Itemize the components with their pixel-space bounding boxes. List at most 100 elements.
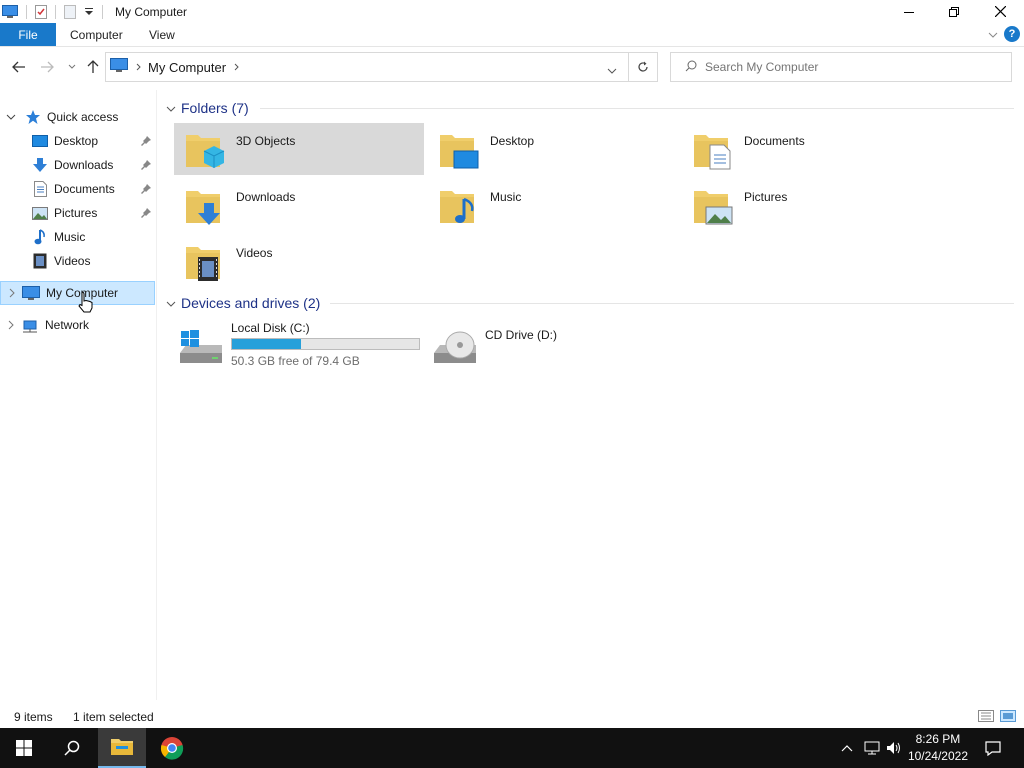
clock-time: 8:26 PM xyxy=(915,732,961,746)
system-clock[interactable]: 8:26 PM 10/24/2022 xyxy=(908,731,968,765)
hard-drive-windows-icon xyxy=(178,327,224,367)
sidebar-item-pictures[interactable]: Pictures xyxy=(0,201,155,225)
large-icons-view-icon[interactable] xyxy=(1000,710,1016,725)
volume-icon[interactable] xyxy=(884,728,904,768)
tab-view[interactable]: View xyxy=(149,23,175,46)
window-title: My Computer xyxy=(115,4,188,19)
tab-computer[interactable]: Computer xyxy=(70,23,123,46)
minimize-button[interactable] xyxy=(886,0,932,23)
folder-label: 3D Objects xyxy=(236,134,296,148)
address-history-chevron-icon[interactable] xyxy=(607,64,617,78)
breadcrumb-chevron-icon[interactable] xyxy=(136,60,142,74)
sidebar-item-desktop[interactable]: Desktop xyxy=(0,129,155,153)
desktop-icon xyxy=(32,133,48,149)
chevron-down-icon[interactable] xyxy=(166,295,176,311)
sidebar-item-network[interactable]: Network xyxy=(0,313,155,337)
folder-documents[interactable]: Documents xyxy=(682,123,932,175)
sidebar-item-label: Videos xyxy=(54,254,91,268)
download-arrow-icon xyxy=(32,157,48,173)
folder-3d-objects[interactable]: 3D Objects xyxy=(174,123,424,175)
refresh-button[interactable] xyxy=(628,52,658,82)
sidebar-item-label: Pictures xyxy=(54,206,98,220)
chevron-down-icon[interactable] xyxy=(166,100,176,116)
customize-qat-dropdown-icon[interactable] xyxy=(82,0,96,23)
sidebar-item-quick-access[interactable]: Quick access xyxy=(0,105,155,129)
pin-icon[interactable] xyxy=(141,183,151,197)
pin-icon[interactable] xyxy=(141,159,151,173)
search-input[interactable] xyxy=(705,60,1005,74)
drive-local-disk-c[interactable]: Local Disk (C:) 50.3 GB free of 79.4 GB xyxy=(174,321,424,373)
music-note-icon xyxy=(32,229,48,245)
new-folder-icon[interactable] xyxy=(62,0,78,23)
clock-date: 10/24/2022 xyxy=(907,749,968,763)
desktop-folder-icon xyxy=(436,127,484,175)
folder-videos[interactable]: Videos xyxy=(174,235,424,287)
sidebar-item-label: Downloads xyxy=(54,158,114,172)
breadcrumb-chevron-icon[interactable] xyxy=(234,60,240,74)
chevron-right-icon[interactable] xyxy=(6,287,18,299)
tab-file[interactable]: File xyxy=(0,23,56,46)
folder-pictures[interactable]: Pictures xyxy=(682,179,932,231)
group-header-label: Folders (7) xyxy=(181,100,249,116)
sidebar-item-label: Quick access xyxy=(47,110,119,124)
folder-music[interactable]: Music xyxy=(428,179,678,231)
taskbar: 8:26 PM 10/24/2022 xyxy=(0,728,1024,768)
back-arrow-icon[interactable] xyxy=(10,58,28,76)
sidebar-item-label: Desktop xyxy=(54,134,99,148)
breadcrumb-my-computer[interactable]: My Computer xyxy=(148,60,226,75)
pictures-folder-icon xyxy=(690,183,738,231)
network-status-icon[interactable] xyxy=(862,728,882,768)
group-header-devices[interactable]: Devices and drives (2) xyxy=(166,293,320,313)
recent-locations-chevron-icon[interactable] xyxy=(63,58,81,76)
drive-usage-fill xyxy=(232,339,301,349)
pin-icon[interactable] xyxy=(141,135,151,149)
up-arrow-icon[interactable] xyxy=(84,58,102,76)
restore-button[interactable] xyxy=(931,0,977,23)
drive-free-space: 50.3 GB free of 79.4 GB xyxy=(231,354,360,368)
downloads-folder-icon xyxy=(182,183,230,231)
title-bar: My Computer xyxy=(0,0,1024,23)
pin-icon[interactable] xyxy=(141,207,151,221)
ribbon: File Computer View ? xyxy=(0,23,1024,47)
folder-label: Desktop xyxy=(490,134,535,148)
computer-icon xyxy=(110,58,128,76)
start-button[interactable] xyxy=(0,728,48,768)
item-count: 9 items xyxy=(14,710,53,724)
document-icon xyxy=(32,181,48,197)
show-hidden-icons-chevron-icon[interactable] xyxy=(838,728,856,768)
search-box[interactable] xyxy=(670,52,1012,82)
folder-desktop[interactable]: Desktop xyxy=(428,123,678,175)
film-icon xyxy=(32,253,48,269)
folder-downloads[interactable]: Downloads xyxy=(174,179,424,231)
folder-label: Documents xyxy=(744,134,805,148)
folder-label: Music xyxy=(490,190,522,204)
taskbar-chrome[interactable] xyxy=(148,728,196,768)
properties-icon[interactable] xyxy=(33,0,49,23)
documents-folder-icon xyxy=(690,127,738,175)
close-button[interactable] xyxy=(977,0,1023,23)
group-header-folders[interactable]: Folders (7) xyxy=(166,98,249,118)
hand-cursor-icon xyxy=(78,291,94,316)
computer-icon[interactable] xyxy=(0,0,20,23)
notifications-icon[interactable] xyxy=(978,728,1008,768)
sidebar-item-documents[interactable]: Documents xyxy=(0,177,155,201)
forward-arrow-icon[interactable] xyxy=(38,58,56,76)
sidebar-item-downloads[interactable]: Downloads xyxy=(0,153,155,177)
folder-label: Videos xyxy=(236,246,273,260)
sidebar-item-music[interactable]: Music xyxy=(0,225,155,249)
search-icon[interactable] xyxy=(48,728,96,768)
chevron-down-icon[interactable] xyxy=(5,111,17,123)
sidebar-item-label: Music xyxy=(54,230,86,244)
sidebar-item-videos[interactable]: Videos xyxy=(0,249,155,273)
taskbar-file-explorer[interactable] xyxy=(98,728,146,768)
help-icon[interactable]: ? xyxy=(1004,26,1020,42)
drive-cd-d[interactable]: CD Drive (D:) xyxy=(428,321,678,373)
chevron-right-icon[interactable] xyxy=(5,319,17,331)
address-bar[interactable]: My Computer xyxy=(105,52,658,82)
picture-icon xyxy=(32,205,48,221)
group-header-label: Devices and drives (2) xyxy=(181,295,321,311)
expand-ribbon-chevron-icon[interactable] xyxy=(988,28,998,42)
sidebar-item-label: Documents xyxy=(54,182,115,196)
3d-objects-folder-icon xyxy=(182,127,230,175)
details-view-icon[interactable] xyxy=(978,710,994,725)
